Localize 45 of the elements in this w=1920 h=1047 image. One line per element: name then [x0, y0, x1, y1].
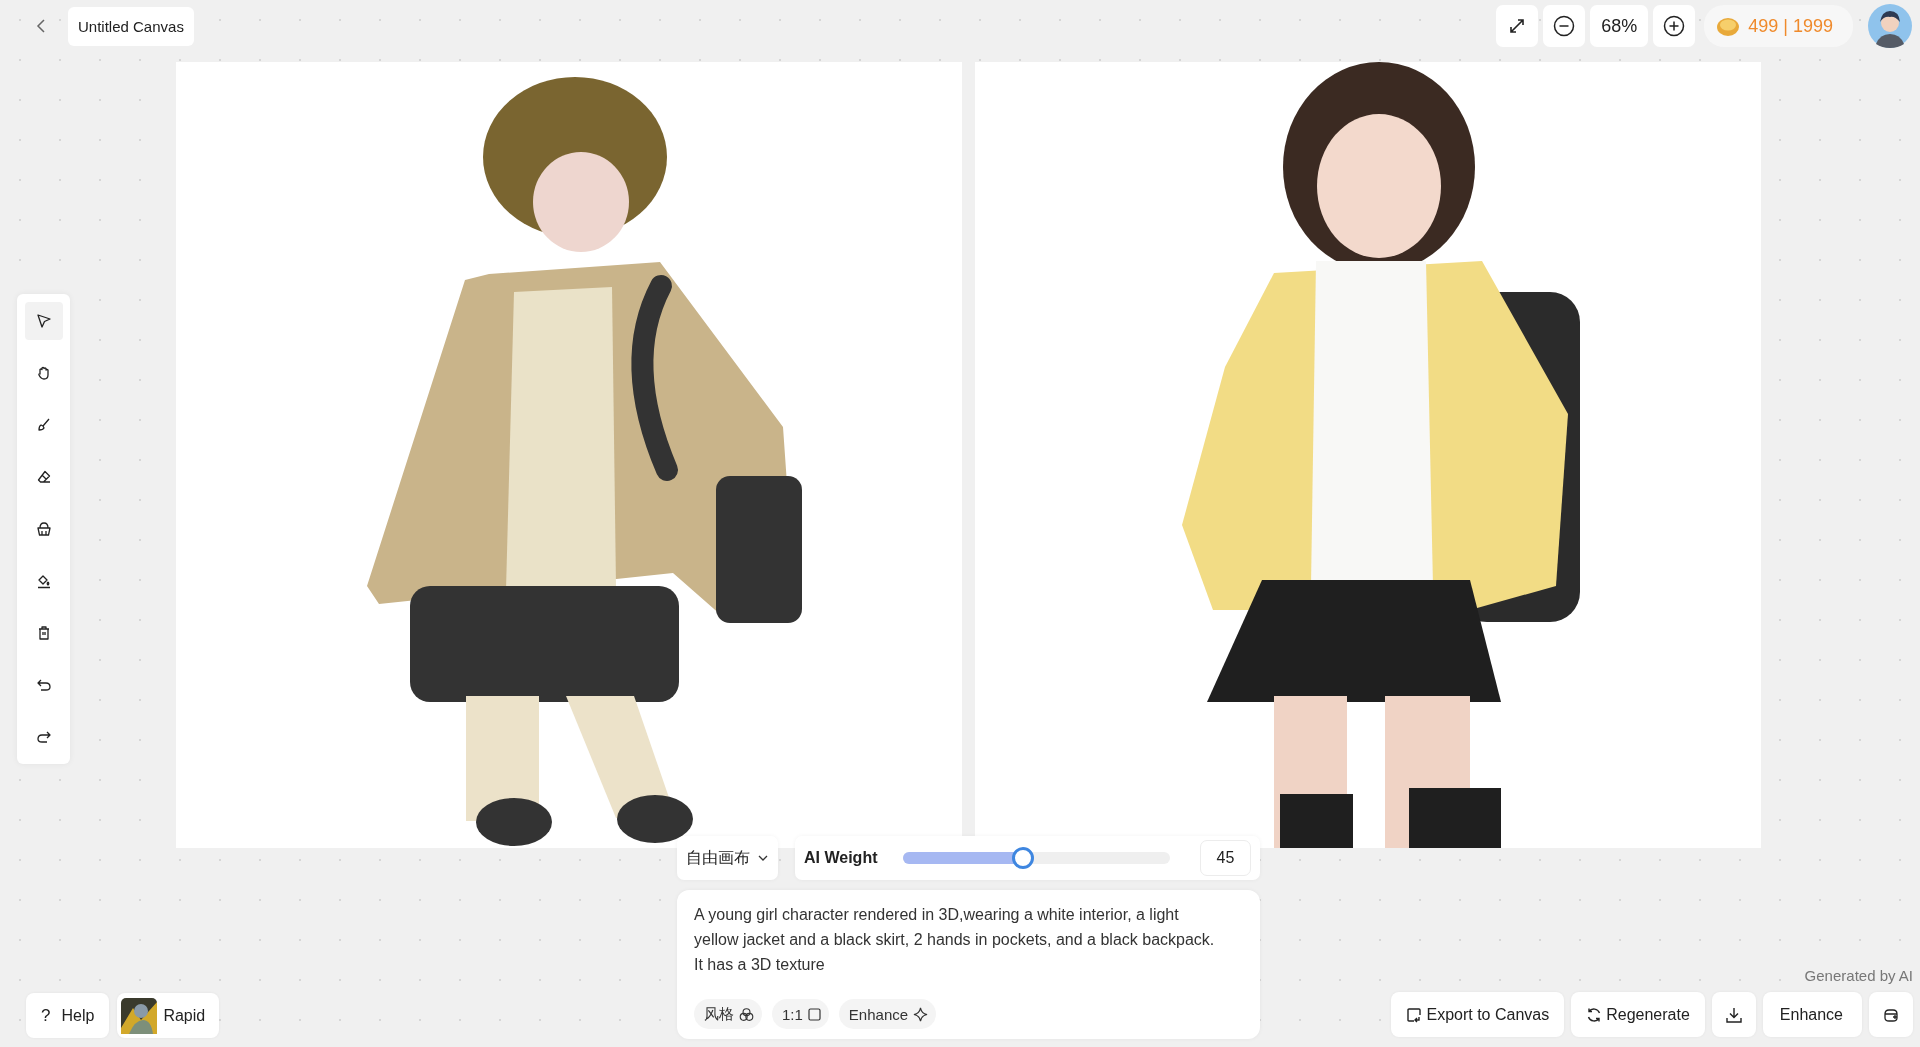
add-to-collection-button[interactable] — [1869, 992, 1913, 1037]
export-icon — [1406, 1006, 1423, 1023]
ratio-chip[interactable]: 1:1 — [772, 999, 829, 1029]
circles-icon — [739, 1006, 754, 1022]
refresh-icon — [1586, 1006, 1603, 1023]
zoom-level: 68% — [1590, 5, 1649, 47]
enhance-chip[interactable]: Enhance — [838, 999, 937, 1029]
zoom-out-icon — [1553, 15, 1576, 37]
fill-icon — [35, 573, 52, 589]
weight-label: AI Weight — [804, 849, 878, 867]
help-button[interactable]: ? Help — [26, 993, 110, 1038]
fullscreen-button[interactable] — [1496, 5, 1539, 47]
coin-icon — [1716, 15, 1741, 37]
enhance-button[interactable]: Enhance — [1762, 992, 1862, 1037]
regenerate-button[interactable]: Regenerate — [1571, 992, 1705, 1037]
style-chip[interactable]: 风格 — [694, 999, 762, 1029]
redo-icon — [35, 729, 52, 745]
expand-arrows-icon — [1508, 17, 1527, 35]
hand-icon — [35, 365, 52, 381]
select-tool[interactable] — [24, 302, 63, 340]
basket-icon — [35, 521, 52, 537]
avatar[interactable] — [1868, 4, 1912, 48]
canvas-title[interactable]: Untitled Canvas — [68, 6, 194, 46]
prompt-text[interactable]: A young girl character rendered in 3D,wearing a white interior, a light yellow jacket and a black skirt, 2 hands in pockets, and a black backpack. It has a 3D texture — [694, 902, 1219, 977]
ai-generated-note: Generated by AI — [1804, 967, 1913, 984]
credits-count: 499 | 1999 — [1748, 15, 1833, 37]
caret-icon — [758, 855, 768, 861]
model-button[interactable]: Rapid — [117, 993, 220, 1038]
select-icon — [35, 313, 52, 329]
zoom-in-icon — [1663, 15, 1686, 37]
square-icon — [807, 1007, 821, 1021]
zoom-out-button[interactable] — [1543, 5, 1586, 47]
download-icon — [1724, 1005, 1743, 1024]
brush-icon — [35, 417, 52, 433]
collection-add-icon — [1883, 1006, 1899, 1023]
slider-thumb[interactable] — [1012, 847, 1035, 869]
download-button[interactable] — [1711, 992, 1756, 1037]
weight-value-field[interactable]: 45 — [1200, 840, 1251, 876]
export-button[interactable]: Export to Canvas — [1391, 992, 1565, 1037]
back-icon — [34, 18, 48, 34]
undo-icon — [35, 677, 52, 693]
sparkle-icon — [913, 1006, 929, 1022]
eraser-icon — [35, 469, 52, 485]
zoom-in-button[interactable] — [1653, 5, 1696, 47]
mode-dropdown[interactable]: 自由画布 — [677, 836, 778, 880]
